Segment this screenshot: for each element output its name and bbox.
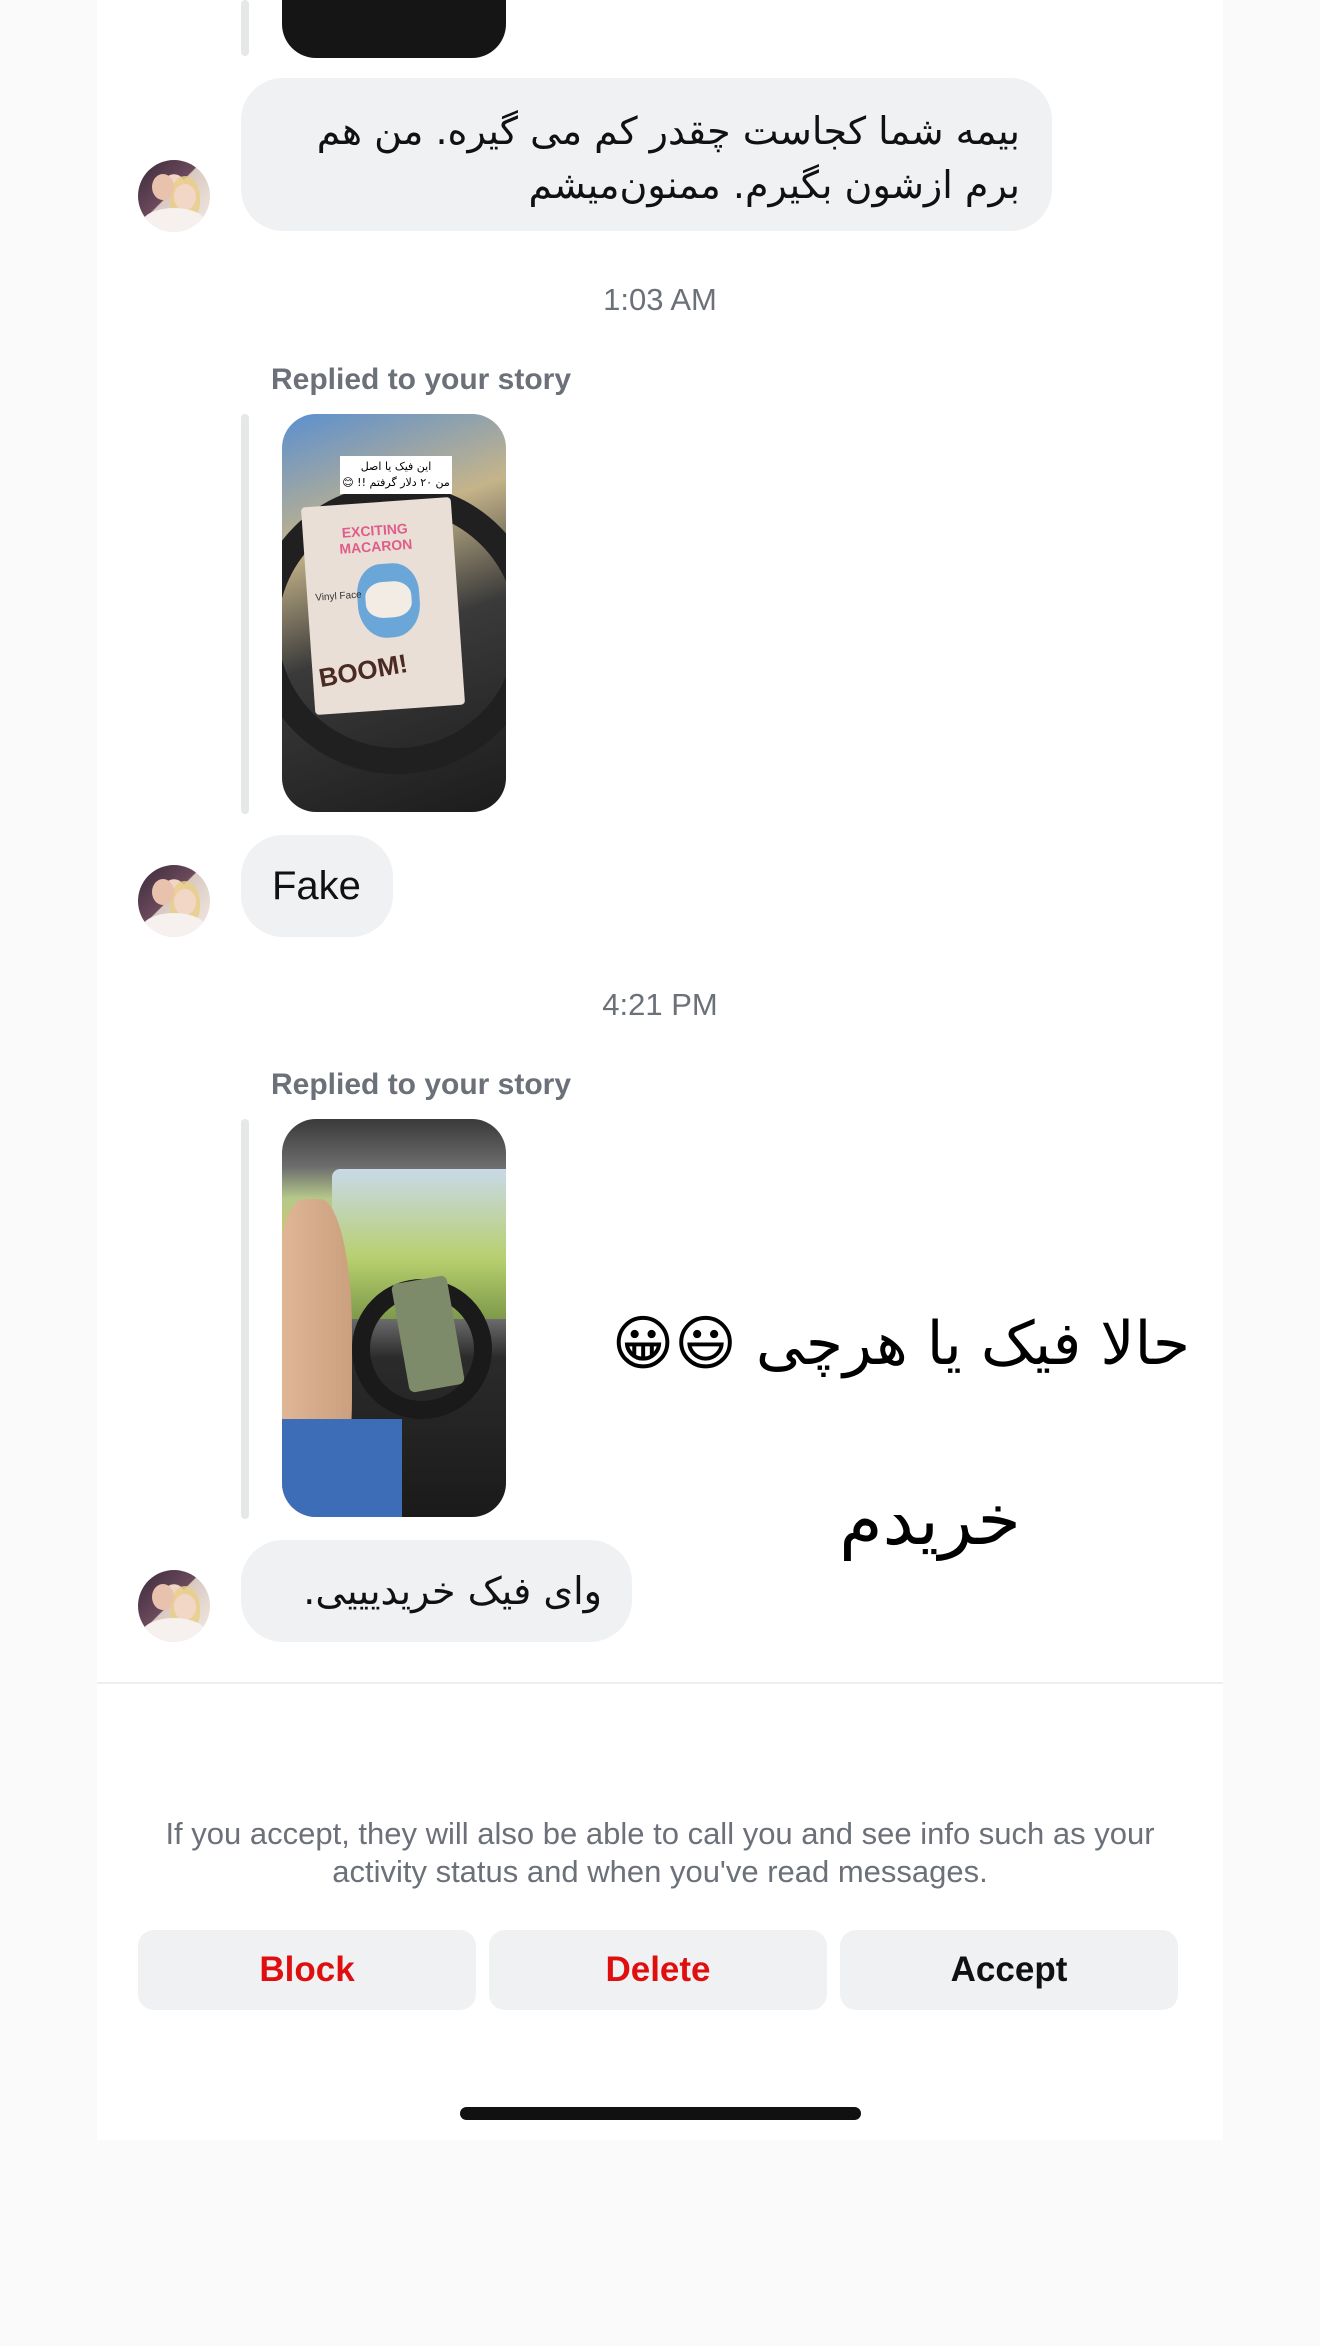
block-button[interactable]: Block [138,1930,476,2010]
message-text: بیمه شما کجاست چقدر کم می گیره. من هم بر… [316,109,1020,207]
story-caption-line: این فیک یا اصل [360,460,432,473]
story-sticker-line-1: حالا فیک یا هرچی 😃😀 [611,1309,1190,1379]
replied-to-story-label: Replied to your story [271,363,572,396]
timestamp: 4:21 PM [602,987,718,1022]
story-box-subtitle: Vinyl Face [314,589,363,604]
story-box-title: EXCITING MACARON [338,520,413,557]
reply-quote-bar [241,414,249,814]
message-request-info: If you accept, they will also be able to… [165,1816,1155,1889]
replied-to-story-label: Replied to your story [271,1068,572,1101]
story-thumbnail-previous[interactable] [282,0,506,58]
reply-quote-bar [241,1119,249,1519]
story-thumbnail-macaron[interactable]: EXCITING MACARON Vinyl Face BOOM! این فی… [282,414,506,812]
delete-button[interactable]: Delete [489,1930,827,2010]
reply-quote-bar [241,0,249,56]
message-bubble[interactable]: وای فیک خریدیییی. [241,1540,632,1642]
home-indicator[interactable] [460,2107,861,2120]
story-thumbnail-car[interactable] [282,1119,506,1517]
message-text: Fake [272,864,361,908]
timestamp: 1:03 AM [603,282,717,317]
story-sticker-line-2: خریدم [839,1479,1021,1561]
story-caption-sticker: این فیک یا اصل من ۲۰ دلار گرفتم !! 😊 [340,456,452,494]
message-bubble[interactable]: Fake [241,835,393,937]
sender-avatar[interactable] [138,865,210,937]
sender-avatar[interactable] [138,160,210,232]
story-box-boom: BOOM! [316,647,410,694]
sender-avatar[interactable] [138,1570,210,1642]
story-caption-line: من ۲۰ دلار گرفتم !! 😊 [342,476,450,489]
divider [97,1682,1223,1684]
accept-button[interactable]: Accept [840,1930,1178,2010]
message-text: وای فیک خریدیییی. [303,1569,602,1613]
message-bubble[interactable]: بیمه شما کجاست چقدر کم می گیره. من هم بر… [241,78,1052,231]
